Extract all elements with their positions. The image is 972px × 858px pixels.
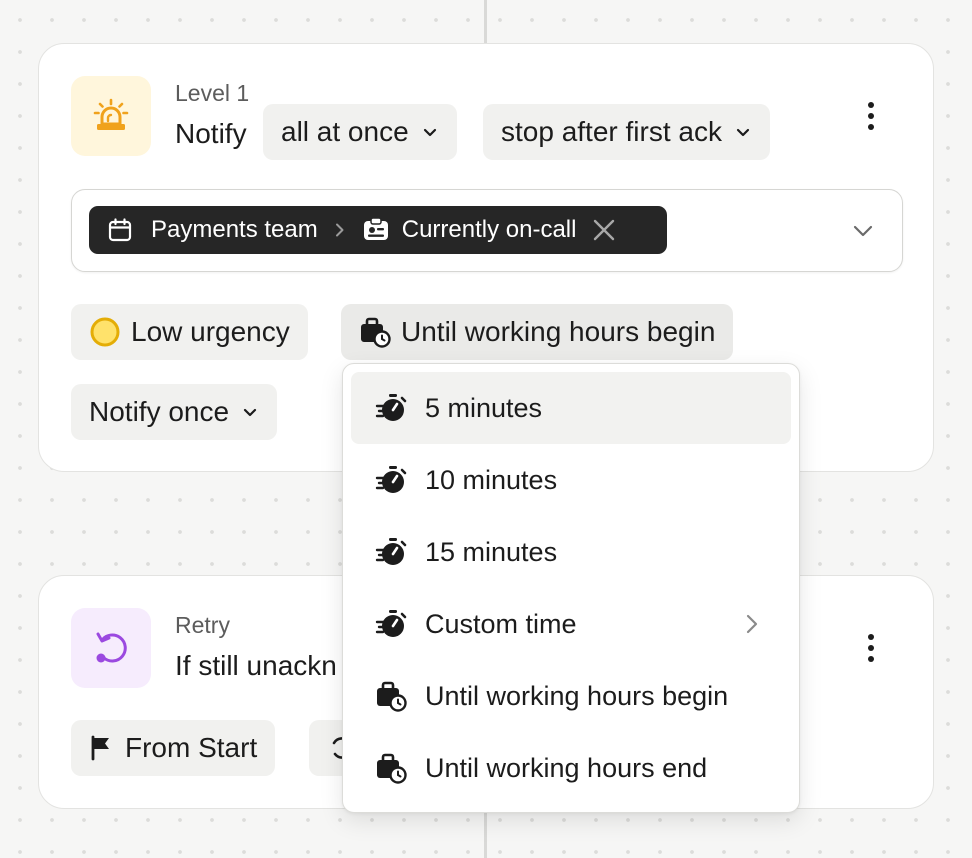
chevron-right-icon — [332, 222, 348, 238]
stop-mode-select[interactable]: stop after first ack — [483, 104, 770, 160]
menu-item-label: Until working hours end — [425, 752, 708, 783]
team-name: Payments team — [151, 216, 318, 243]
menu-item-10-minutes[interactable]: 10 minutes — [351, 444, 791, 516]
notify-mode-select[interactable]: all at once — [263, 104, 457, 160]
id-badge-icon — [362, 217, 390, 243]
oncall-target: Currently on-call — [401, 216, 577, 243]
chevron-down-icon — [241, 403, 259, 421]
level-more-options-icon[interactable] — [859, 96, 883, 136]
stopwatch-icon — [375, 536, 407, 568]
chevron-right-icon — [743, 612, 761, 636]
notify-mode-value: all at once — [281, 116, 409, 147]
calendar-icon — [107, 217, 133, 243]
menu-item-label: 5 minutes — [425, 392, 543, 423]
stopwatch-icon — [375, 392, 407, 424]
flag-icon — [89, 735, 113, 761]
menu-item-until-working-hours-begin[interactable]: Until working hours begin — [351, 660, 791, 732]
urgency-select[interactable]: Low urgency — [71, 304, 308, 360]
delay-dropdown-menu: 5 minutes 10 minutes 15 minutes Custom t… — [342, 363, 800, 813]
menu-item-15-minutes[interactable]: 15 minutes — [351, 516, 791, 588]
retry-label: Retry — [175, 612, 230, 638]
briefcase-clock-icon — [375, 752, 407, 784]
notify-prefix: Notify — [175, 118, 247, 149]
flow-connector-bottom — [484, 808, 487, 858]
chevron-down-icon — [421, 123, 439, 141]
briefcase-clock-icon — [375, 680, 407, 712]
menu-item-custom-time[interactable]: Custom time — [351, 588, 791, 660]
siren-icon — [91, 96, 131, 136]
chevron-down-icon[interactable] — [852, 221, 874, 241]
delay-value: Until working hours begin — [401, 316, 716, 347]
from-start-button[interactable]: From Start — [71, 720, 276, 776]
repeat-select[interactable]: Notify once — [71, 384, 278, 440]
urgency-value: Low urgency — [131, 316, 290, 347]
level-label: Level 1 — [175, 80, 250, 106]
stop-mode-value: stop after first ack — [501, 116, 722, 147]
retry-icon-tile — [71, 608, 151, 688]
menu-item-label: 15 minutes — [425, 536, 558, 567]
flow-connector-top — [484, 0, 487, 44]
close-icon[interactable] — [592, 218, 616, 242]
retry-more-options-icon[interactable] — [859, 628, 883, 668]
chevron-down-icon — [734, 123, 752, 141]
menu-item-label: 10 minutes — [425, 464, 558, 495]
menu-item-5-minutes[interactable]: 5 minutes — [351, 372, 791, 444]
retry-condition: If still unackn — [175, 650, 337, 681]
retry-icon — [91, 628, 131, 668]
menu-item-label: Custom time — [425, 608, 577, 639]
level-icon-tile — [71, 76, 151, 156]
target-chip: Payments team Currently on-call — [89, 206, 667, 254]
from-start-label: From Start — [125, 732, 258, 763]
delay-select[interactable]: Until working hours begin — [341, 304, 734, 360]
urgency-dot-icon — [89, 316, 121, 348]
target-select[interactable]: Payments team Currently on-call — [71, 189, 903, 272]
stopwatch-icon — [375, 464, 407, 496]
menu-item-label: Until working hours begin — [425, 680, 729, 711]
stopwatch-icon — [375, 608, 407, 640]
briefcase-clock-icon — [359, 316, 391, 348]
menu-item-until-working-hours-end[interactable]: Until working hours end — [351, 732, 791, 804]
repeat-value: Notify once — [89, 396, 230, 427]
